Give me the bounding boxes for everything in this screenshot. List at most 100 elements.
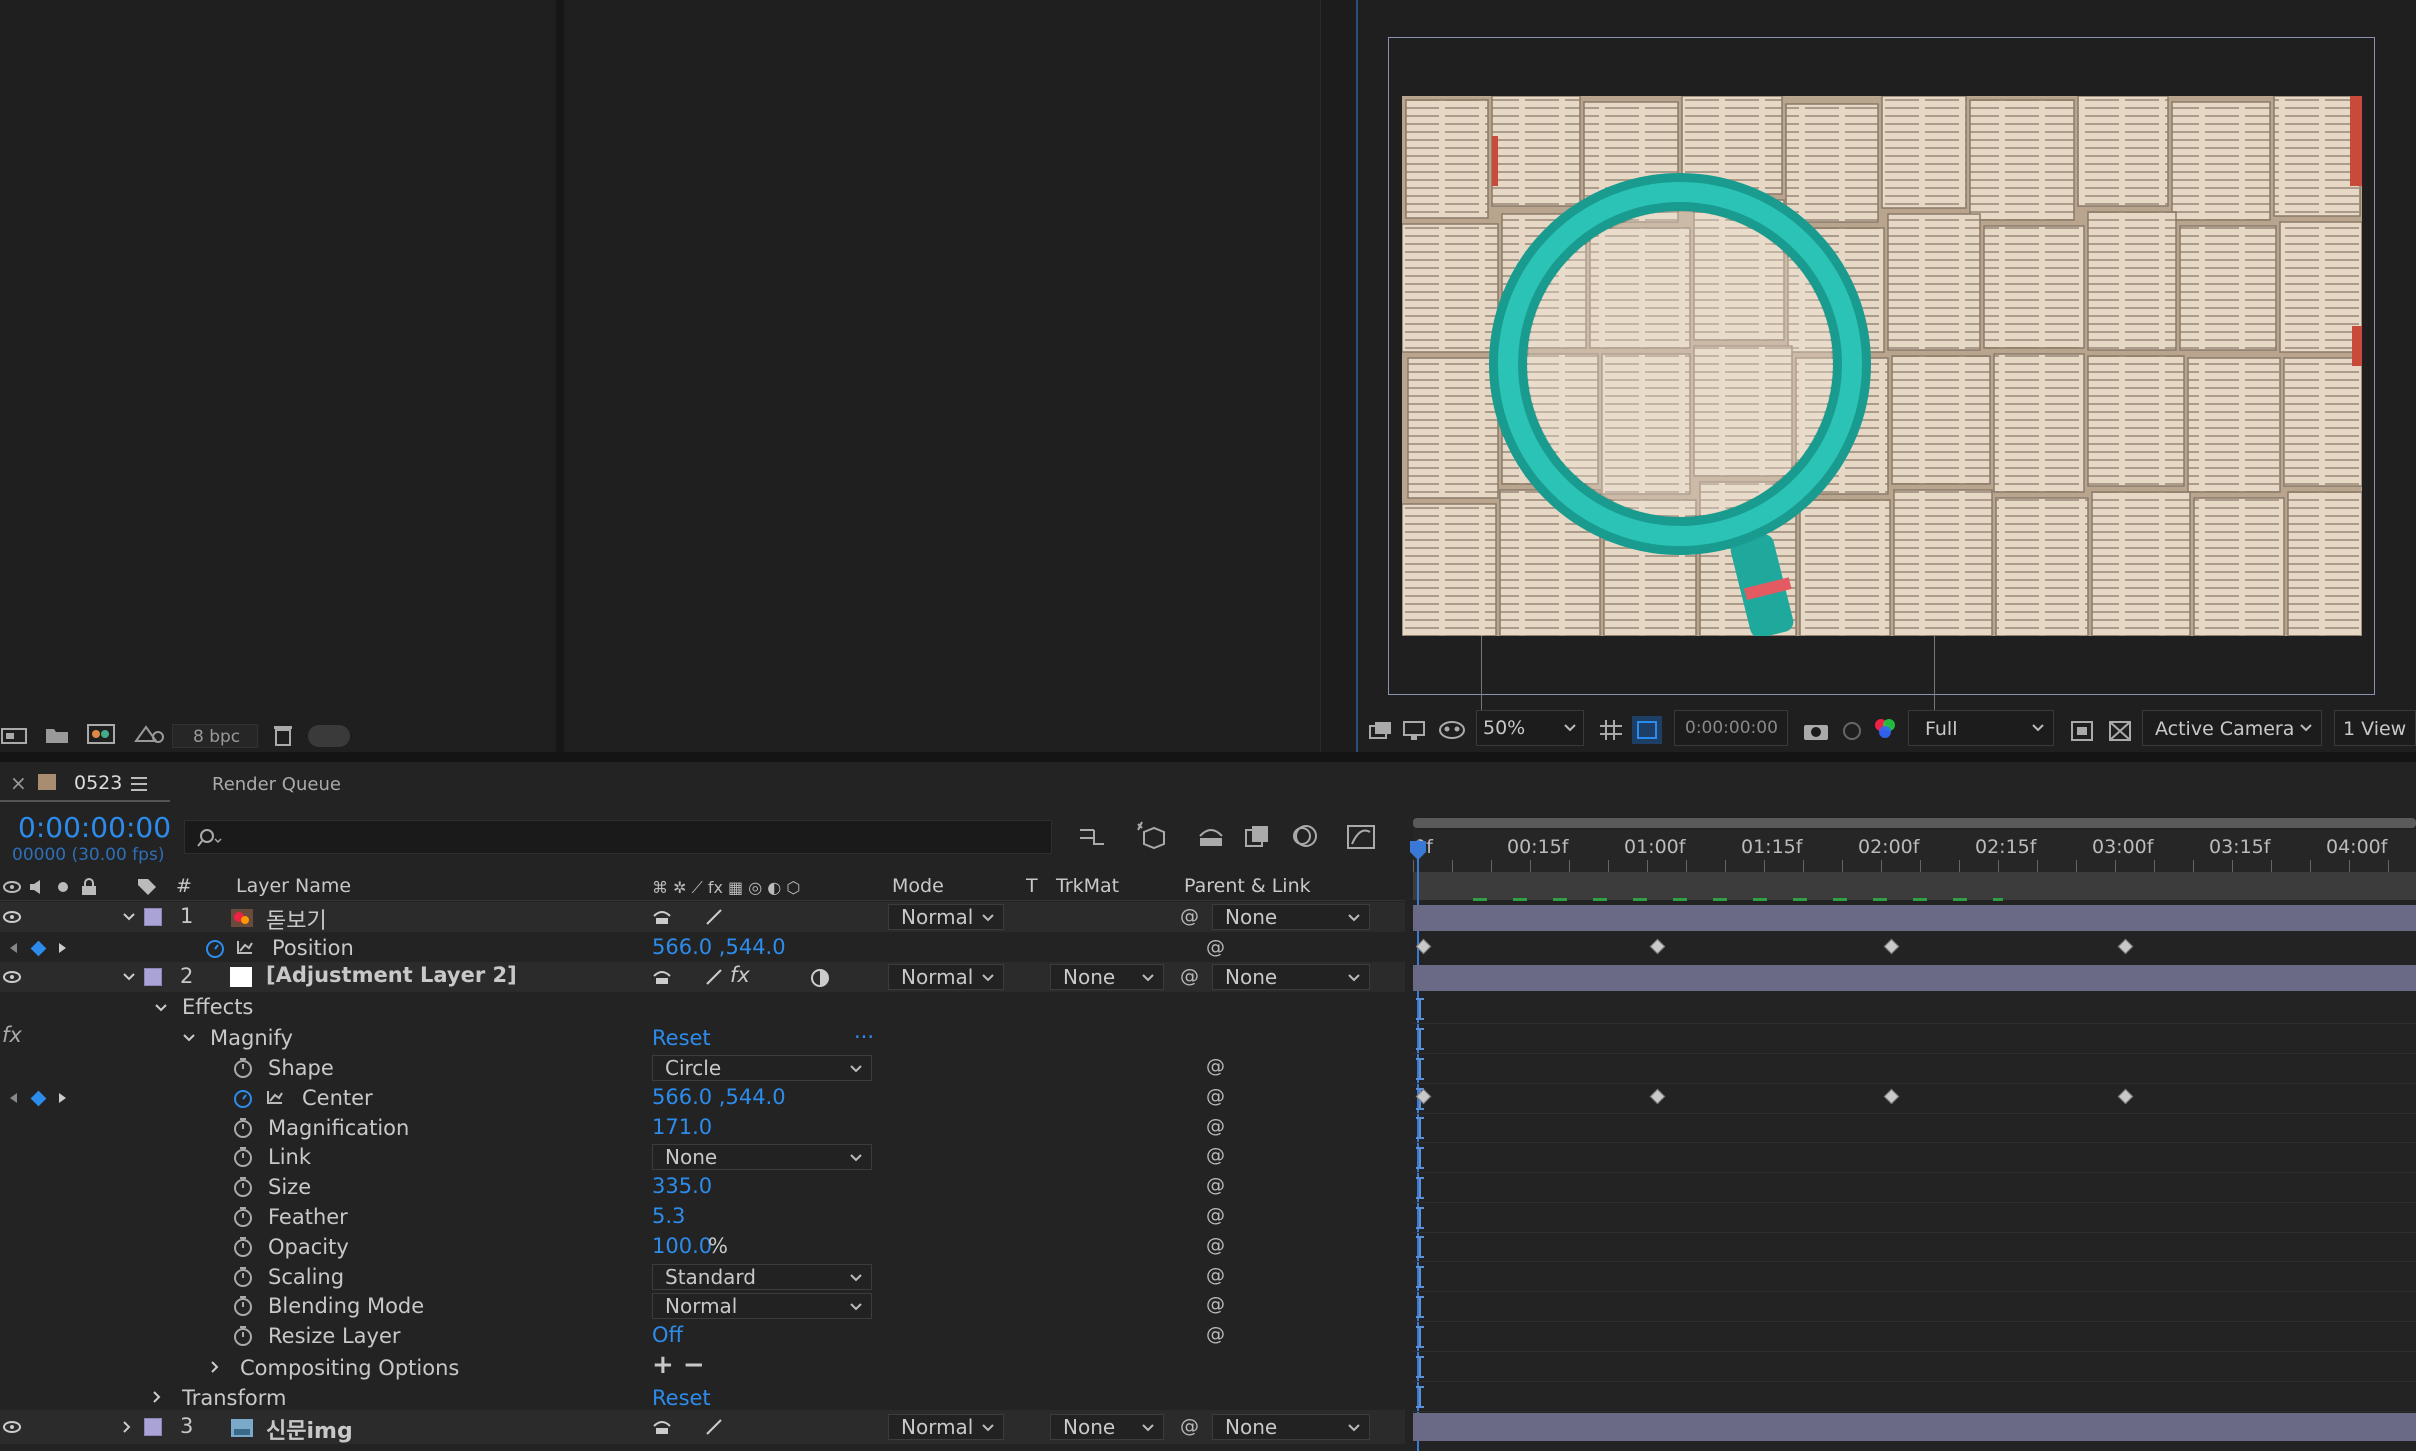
layer-row-3[interactable]: 3 신문img Normal None @ None <box>0 1410 1405 1444</box>
in-point-marker[interactable] <box>1416 1236 1424 1258</box>
add-keyframe-icon[interactable] <box>30 1090 47 1107</box>
transform-group-row[interactable]: Transform Reset <box>0 1382 1405 1412</box>
pick-whip-icon[interactable]: @ <box>1206 936 1225 958</box>
twirl-closed-icon[interactable] <box>152 1390 162 1404</box>
camera-snapshot-icon[interactable] <box>1802 720 1830 742</box>
in-point-marker[interactable] <box>1416 998 1424 1020</box>
tab-composition[interactable]: × 0523 <box>0 764 170 802</box>
property-value[interactable]: 335.0 <box>652 1174 712 1198</box>
twirl-closed-icon[interactable] <box>122 1420 132 1434</box>
zoom-dropdown[interactable]: 50% <box>1476 710 1584 746</box>
layer-duration-bar[interactable] <box>1413 965 2416 991</box>
interpret-footage-icon[interactable] <box>0 725 30 745</box>
twirl-closed-icon[interactable] <box>210 1360 220 1374</box>
in-point-marker[interactable] <box>1416 1147 1424 1169</box>
stopwatch-icon[interactable] <box>232 1236 254 1258</box>
stopwatch-icon[interactable] <box>232 1325 254 1347</box>
pick-whip-icon[interactable]: @ <box>1206 1174 1225 1196</box>
pick-whip-icon[interactable]: @ <box>1206 1055 1225 1077</box>
property-select[interactable]: None <box>652 1144 872 1170</box>
stopwatch-icon[interactable] <box>232 1176 254 1198</box>
flowchart-icon[interactable] <box>132 723 164 745</box>
layer-name[interactable]: 신문img <box>266 1413 353 1445</box>
layer-mode-select[interactable]: Normal <box>888 1414 1004 1440</box>
effects-group-row[interactable]: Effects <box>0 993 1405 1023</box>
shy-switch-icon[interactable] <box>652 968 672 986</box>
fx-toggle[interactable]: fx <box>2 1023 22 1047</box>
pick-whip-icon[interactable]: @ <box>1206 1234 1225 1256</box>
stopwatch-active-icon[interactable] <box>232 1087 254 1109</box>
adjustment-layer-switch-icon[interactable] <box>810 968 830 988</box>
mask-visibility-icon[interactable] <box>1438 720 1466 742</box>
always-preview-icon[interactable] <box>1368 720 1394 742</box>
property-select[interactable]: Standard <box>652 1264 872 1290</box>
transform-reset-button[interactable]: Reset <box>652 1386 711 1410</box>
pick-whip-icon[interactable]: @ <box>1206 1204 1225 1226</box>
current-time-display[interactable]: 0:00:00:00 <box>1674 710 1788 746</box>
stopwatch-icon[interactable] <box>232 1057 254 1079</box>
pick-whip-icon[interactable]: @ <box>1206 1323 1225 1345</box>
layer-search-input[interactable] <box>184 820 1052 854</box>
in-point-marker[interactable] <box>1416 1266 1424 1288</box>
add-remove-mask-buttons[interactable]: + − <box>652 1350 705 1380</box>
magnify-effect-row[interactable]: fx Magnify Reset ... <box>0 1019 1405 1053</box>
shy-layers-icon[interactable] <box>1196 824 1226 850</box>
pick-whip-icon[interactable]: @ <box>1206 1144 1225 1166</box>
pick-whip-icon[interactable]: @ <box>1180 905 1199 927</box>
monitor-icon[interactable] <box>1402 720 1428 742</box>
camera-dropdown[interactable]: Active Camera <box>2142 710 2322 746</box>
layer-duration-bar[interactable] <box>1413 1413 2416 1441</box>
label-color-swatch[interactable] <box>144 968 162 986</box>
in-point-marker[interactable] <box>1416 1356 1424 1378</box>
motion-blur-icon[interactable] <box>1290 822 1320 850</box>
frame-blending-icon[interactable] <box>1244 824 1272 850</box>
trkmat-select[interactable]: None <box>1050 964 1164 990</box>
about-ellipsis[interactable]: ... <box>854 1019 874 1043</box>
channel-icon[interactable] <box>1872 716 1898 742</box>
in-point-marker[interactable] <box>1416 1058 1424 1080</box>
pick-whip-icon[interactable]: @ <box>1206 1264 1225 1286</box>
layer-row-1[interactable]: 1 돋보기 Normal @ None <box>0 902 1405 935</box>
add-keyframe-icon[interactable] <box>30 940 47 957</box>
parent-select[interactable]: None <box>1212 1414 1370 1440</box>
bit-depth-button[interactable]: 8 bpc <box>172 724 258 748</box>
playhead-marker[interactable] <box>1409 840 1427 862</box>
comp-flowchart-icon[interactable] <box>1078 824 1108 850</box>
time-ruler[interactable]: 0f 00:15f 01:00f 01:15f 02:00f 02:15f 03… <box>1413 830 2416 872</box>
in-point-marker[interactable] <box>1416 1117 1424 1139</box>
composition-image[interactable] <box>1402 96 2362 636</box>
in-point-marker[interactable] <box>1416 1326 1424 1348</box>
fx-switch[interactable]: fx <box>730 963 750 987</box>
transparency-grid-icon[interactable] <box>1632 716 1662 744</box>
layer-mode-select[interactable]: Normal <box>888 964 1004 990</box>
layer-mode-select[interactable]: Normal <box>888 904 1004 930</box>
quality-switch-icon[interactable] <box>704 907 724 927</box>
pick-whip-icon[interactable]: @ <box>1206 1115 1225 1137</box>
panel-menu-icon[interactable] <box>130 776 148 792</box>
twirl-open-icon[interactable] <box>122 912 136 922</box>
stopwatch-icon[interactable] <box>232 1266 254 1288</box>
layer-name[interactable]: 돋보기 <box>266 903 327 935</box>
twirl-open-icon[interactable] <box>122 972 136 982</box>
lock-icon[interactable] <box>80 877 98 897</box>
stopwatch-icon[interactable] <box>232 1295 254 1317</box>
twirl-open-icon[interactable] <box>154 1003 168 1013</box>
position-value[interactable]: 566.0 ,544.0 <box>652 935 786 959</box>
show-snapshot-icon[interactable] <box>1840 720 1864 742</box>
close-tab-button[interactable]: × <box>10 771 27 795</box>
next-keyframe-icon[interactable] <box>58 1092 68 1104</box>
in-point-marker[interactable] <box>1416 1296 1424 1318</box>
in-point-marker[interactable] <box>1416 1207 1424 1229</box>
prev-keyframe-icon[interactable] <box>8 942 18 954</box>
layer-name[interactable]: [Adjustment Layer 2] <box>266 963 517 987</box>
eye-icon[interactable] <box>2 909 22 925</box>
column-layer-name[interactable]: Layer Name <box>236 875 351 897</box>
eye-icon[interactable] <box>2 969 22 985</box>
graph-editor-icon[interactable] <box>1346 822 1378 850</box>
resolution-dropdown[interactable]: Full <box>1908 710 2054 746</box>
trkmat-select[interactable]: None <box>1050 1414 1164 1440</box>
stopwatch-active-icon[interactable] <box>204 937 226 959</box>
toggle-transparency-icon[interactable] <box>2108 720 2134 742</box>
in-point-marker[interactable] <box>1416 1028 1424 1050</box>
layer-duration-bar[interactable] <box>1413 905 2416 931</box>
